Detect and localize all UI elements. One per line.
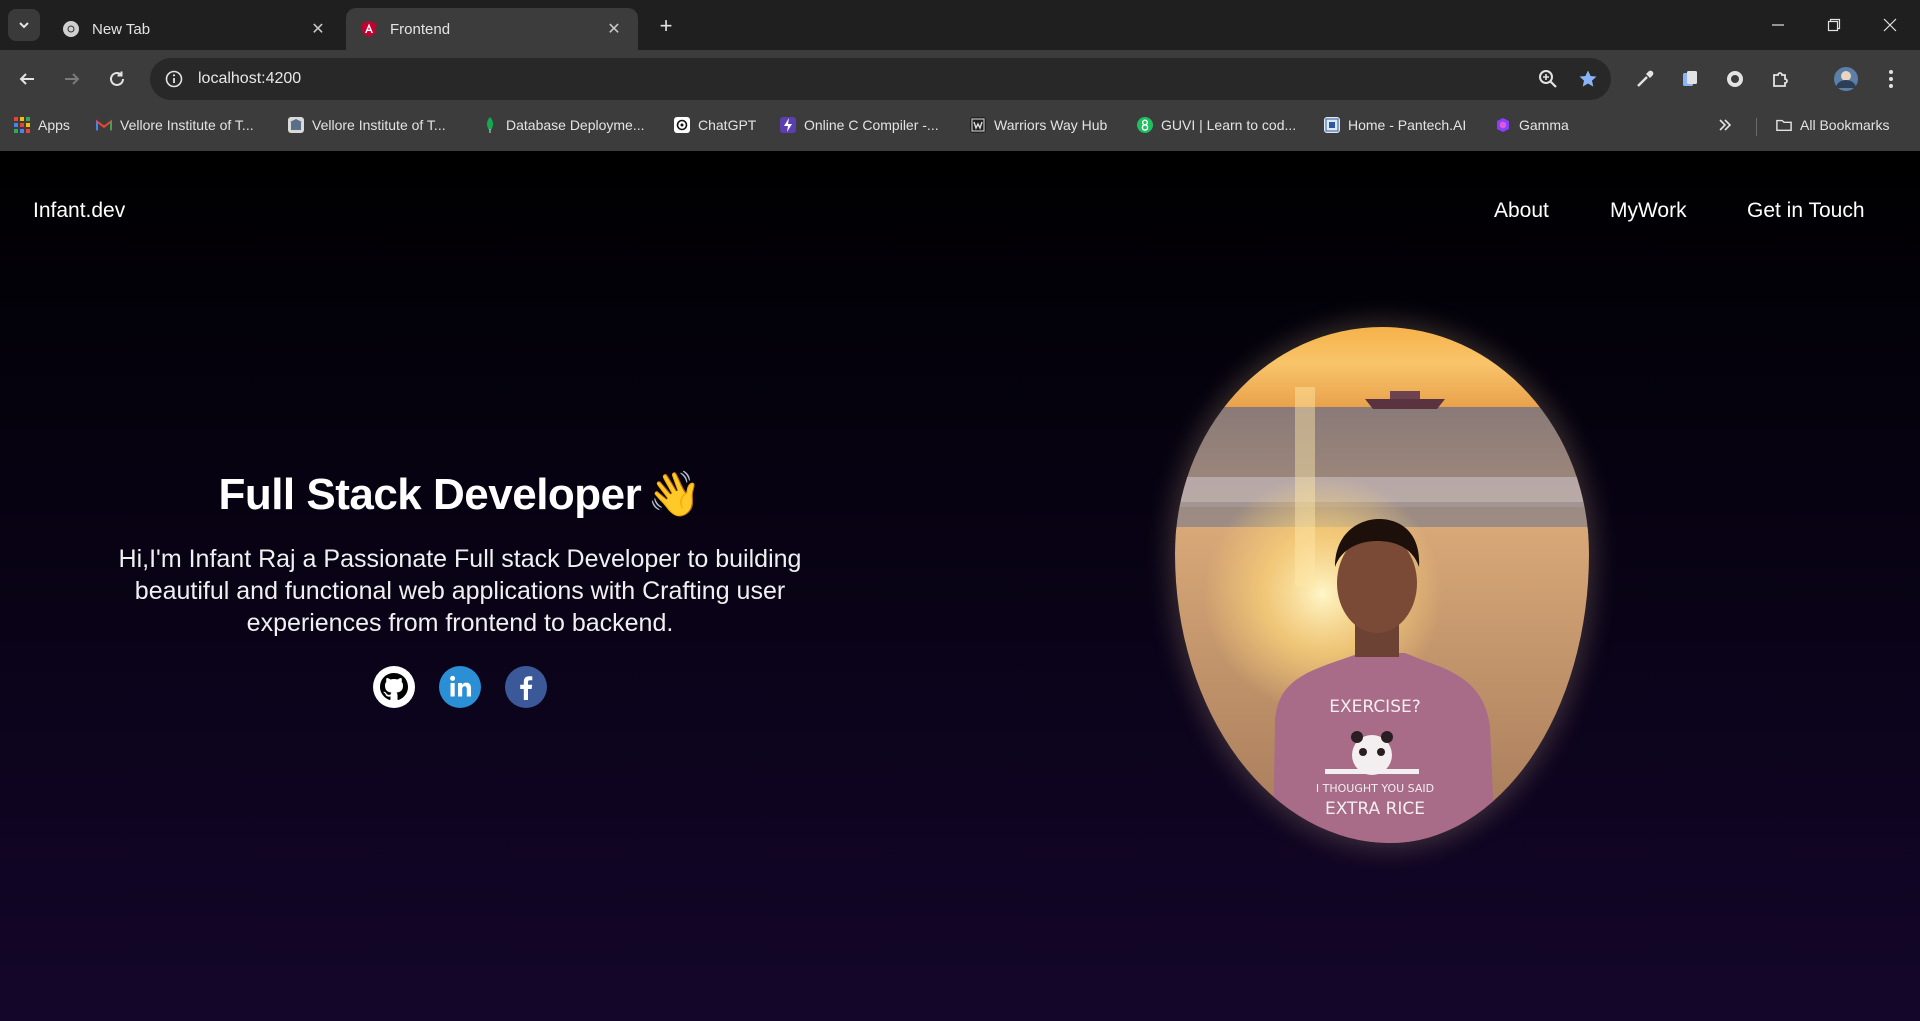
guvi-icon <box>1137 117 1153 133</box>
tab-strip: New Tab ✕ Frontend ✕ + <box>0 0 1920 50</box>
bookmark-gamma[interactable]: Gamma <box>1495 108 1569 142</box>
nav-mywork[interactable]: MyWork <box>1610 199 1687 223</box>
pantech-icon <box>1324 117 1340 133</box>
folder-icon <box>1776 117 1792 133</box>
tab-title: Frontend <box>390 20 451 38</box>
bookmark-label: Vellore Institute of T... <box>312 117 446 133</box>
forward-button[interactable] <box>56 63 88 95</box>
bookmarks-divider <box>1756 118 1757 136</box>
chatgpt-icon <box>674 117 690 133</box>
bookmark-star-icon[interactable] <box>1571 62 1605 96</box>
browser-toolbar: localhost:4200 <box>0 50 1920 108</box>
shirt-text-line2: I THOUGHT YOU SAID <box>1316 782 1434 795</box>
url-text[interactable]: localhost:4200 <box>198 70 1531 88</box>
tab-new-tab[interactable]: New Tab ✕ <box>48 8 342 50</box>
webpage: Infant.dev About MyWork Get in Touch Ful… <box>0 151 1920 1021</box>
tab-frontend[interactable]: Frontend ✕ <box>346 8 638 50</box>
reload-button[interactable] <box>101 63 133 95</box>
bookmark-database[interactable]: Database Deployme... <box>482 108 645 142</box>
bookmark-chatgpt[interactable]: ChatGPT <box>674 108 756 142</box>
bookmark-label: ChatGPT <box>698 117 757 133</box>
arrow-right-icon <box>65 73 80 85</box>
bookmarks-overflow-button[interactable] <box>1718 108 1732 142</box>
bookmarks-bar: Apps Vellore Institute of T... Vellore I… <box>0 108 1920 151</box>
hero-section: Full Stack Developer 👋 Hi,I'm Infant Raj … <box>90 469 830 709</box>
bookmark-label: Database Deployme... <box>506 117 645 133</box>
minimize-button[interactable] <box>1750 0 1806 50</box>
apps-grid-icon <box>14 117 30 133</box>
reload-icon <box>110 71 124 86</box>
extension-circle-icon[interactable] <box>1719 63 1751 95</box>
profile-avatar-icon[interactable] <box>1830 63 1862 95</box>
compiler-icon <box>780 117 796 133</box>
bookmark-warriors[interactable]: Warriors Way Hub <box>970 108 1107 142</box>
close-icon <box>1883 18 1897 32</box>
chrome-icon <box>62 20 80 38</box>
chevron-down-icon <box>19 22 29 29</box>
back-button[interactable] <box>11 63 43 95</box>
social-links <box>90 665 830 709</box>
mongodb-icon <box>482 117 498 133</box>
bookmark-label: Apps <box>38 117 70 133</box>
all-bookmarks-label: All Bookmarks <box>1800 117 1890 133</box>
bookmark-label: Home - Pantech.AI <box>1348 117 1467 133</box>
close-icon[interactable]: ✕ <box>308 19 328 39</box>
warriors-icon <box>970 117 986 133</box>
eyedropper-extension-icon[interactable] <box>1629 63 1661 95</box>
new-tab-button[interactable]: + <box>652 12 680 40</box>
gmail-icon <box>96 117 112 133</box>
nav-about[interactable]: About <box>1494 199 1549 223</box>
tab-search-button[interactable] <box>8 9 40 41</box>
restore-button[interactable] <box>1806 0 1862 50</box>
bookmark-label: GUVI | Learn to cod... <box>1161 117 1297 133</box>
bookmark-label: Online C Compiler -... <box>804 117 939 133</box>
hero-description: Hi,I'm Infant Raj a Passionate Full stac… <box>118 545 802 637</box>
window-close-button[interactable] <box>1862 0 1918 50</box>
hero-title-text: Full Stack Developer <box>218 470 642 519</box>
bookmark-vit-1[interactable]: Vellore Institute of T... <box>96 108 254 142</box>
tab-title: New Tab <box>92 20 151 38</box>
extensions-puzzle-icon[interactable] <box>1764 63 1796 95</box>
restore-icon <box>1827 18 1841 32</box>
waving-hand-icon: 👋 <box>647 470 702 519</box>
nav-get-in-touch[interactable]: Get in Touch <box>1747 199 1865 223</box>
arrow-left-icon <box>19 73 34 85</box>
angular-icon <box>360 20 378 38</box>
vit-icon <box>288 117 304 133</box>
copy-extension-icon[interactable] <box>1674 63 1706 95</box>
bookmark-label: Gamma <box>1519 117 1569 133</box>
bookmark-label: Vellore Institute of T... <box>120 117 254 133</box>
facebook-icon[interactable] <box>504 665 548 709</box>
more-menu-icon[interactable] <box>1875 63 1907 95</box>
profile-photo: EXERCISE? I THOUGHT YOU SAID EXTRA RICE <box>1175 327 1589 843</box>
bookmark-apps[interactable]: Apps <box>14 108 70 142</box>
gamma-icon <box>1495 117 1511 133</box>
site-info-icon[interactable] <box>160 65 188 93</box>
site-logo[interactable]: Infant.dev <box>33 199 125 223</box>
linkedin-icon[interactable] <box>438 665 482 709</box>
bookmark-pantech[interactable]: Home - Pantech.AI <box>1324 108 1466 142</box>
github-icon[interactable] <box>372 665 416 709</box>
minimize-icon <box>1772 24 1784 26</box>
shirt-text-line1: EXERCISE? <box>1329 697 1421 717</box>
shirt-text-line3: EXTRA RICE <box>1325 799 1425 819</box>
bookmark-compiler[interactable]: Online C Compiler -... <box>780 108 939 142</box>
all-bookmarks-button[interactable]: All Bookmarks <box>1776 108 1889 142</box>
address-bar[interactable]: localhost:4200 <box>150 58 1611 100</box>
bookmark-vit-2[interactable]: Vellore Institute of T... <box>288 108 446 142</box>
bookmark-guvi[interactable]: GUVI | Learn to cod... <box>1137 108 1296 142</box>
close-icon[interactable]: ✕ <box>604 19 624 39</box>
double-chevron-right-icon <box>1719 119 1732 131</box>
zoom-icon[interactable] <box>1531 62 1565 96</box>
bookmark-label: Warriors Way Hub <box>994 117 1108 133</box>
hero-title: Full Stack Developer 👋 <box>90 469 830 521</box>
